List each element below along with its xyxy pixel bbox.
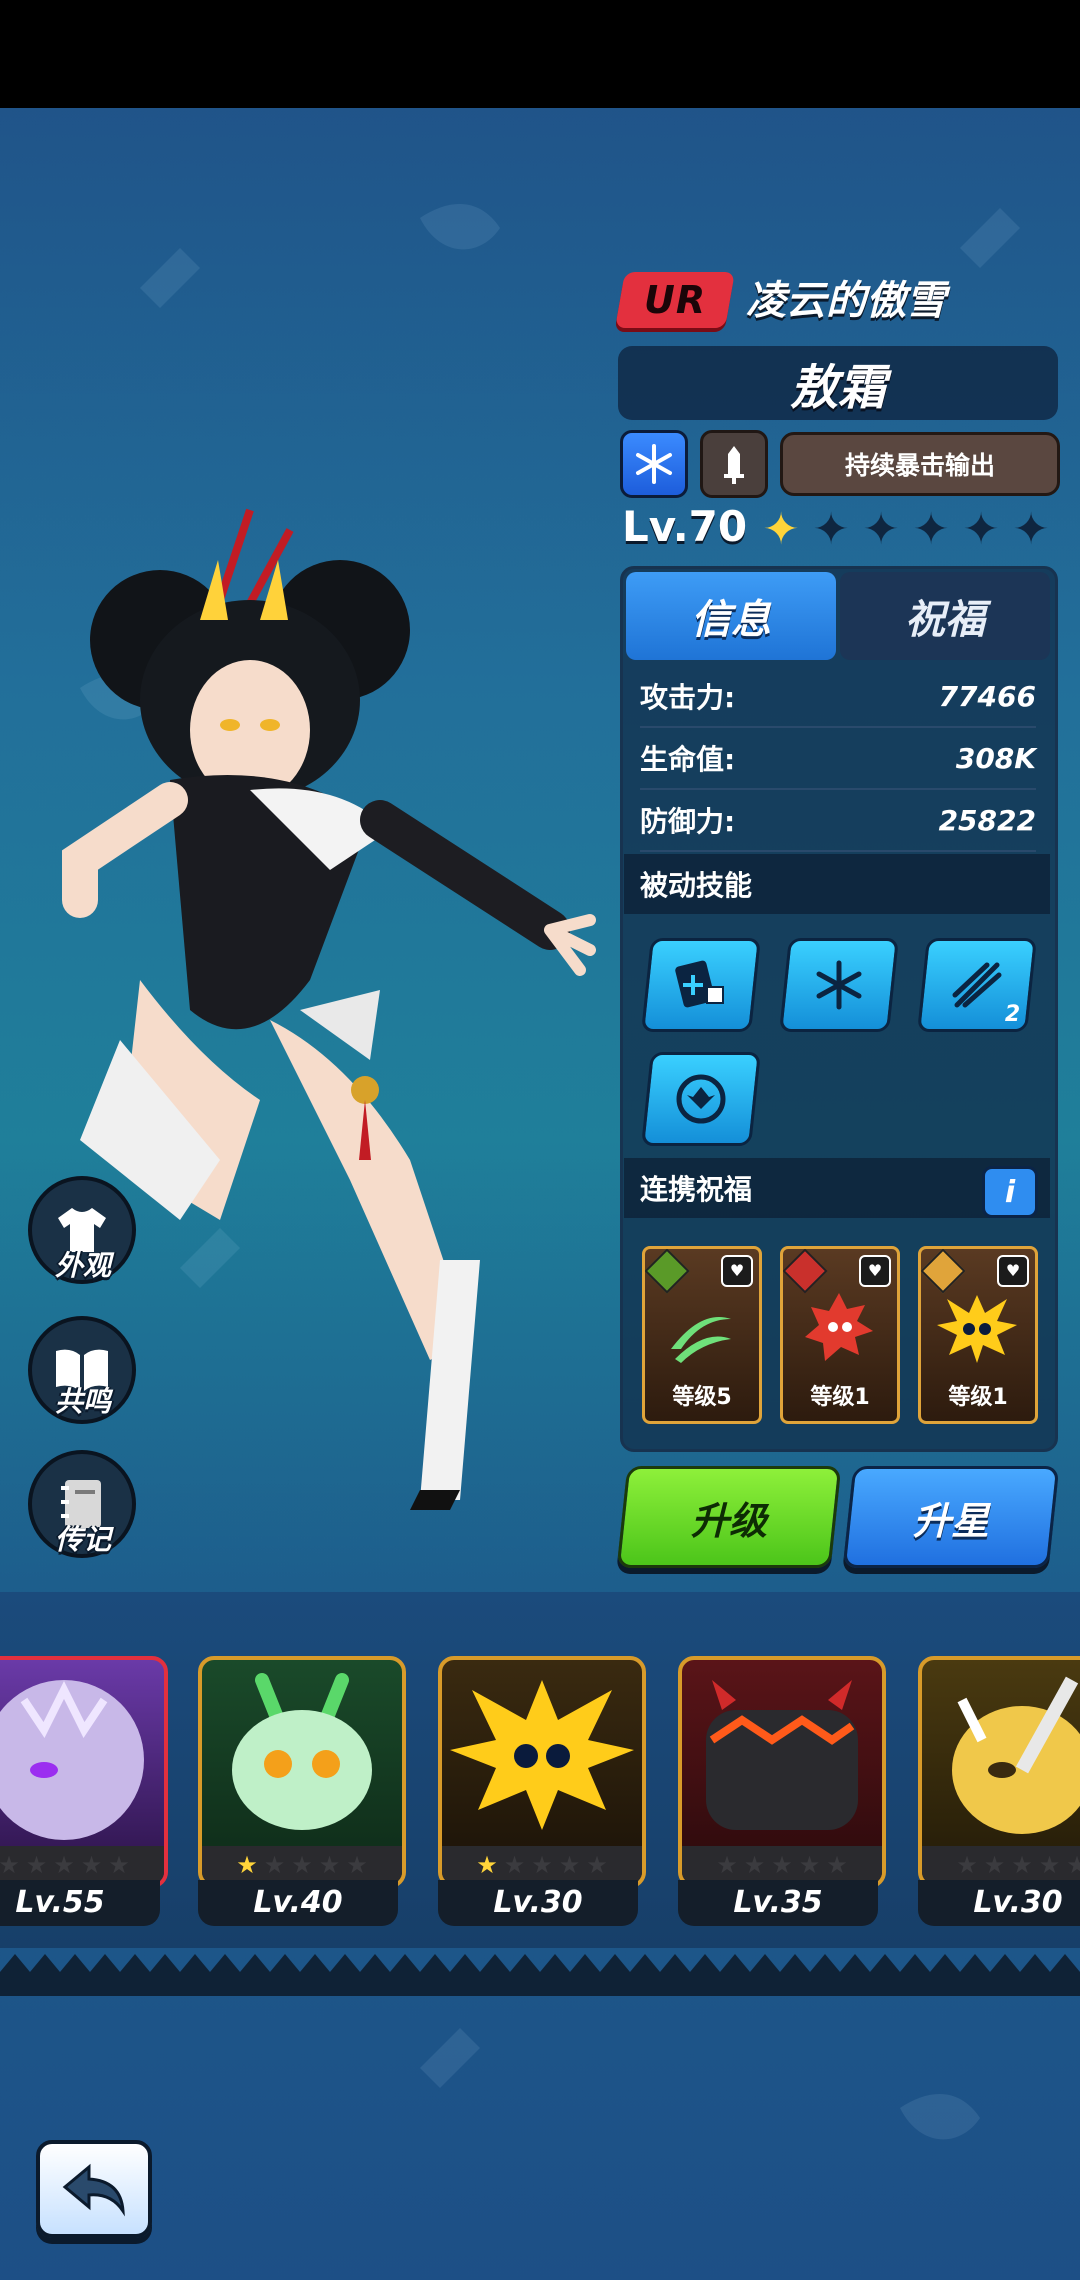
star-icon: ✦ [762, 504, 800, 555]
combo-card[interactable]: ♥ 等级5 [642, 1246, 762, 1424]
roster-hero-card[interactable]: ★★★★★ [918, 1656, 1080, 1888]
element-tag-icon [783, 1249, 828, 1294]
resonance-label: 共鸣 [54, 1385, 111, 1418]
info-button[interactable]: i [982, 1166, 1038, 1218]
spike-divider [0, 1954, 1080, 1996]
golden-knight-portrait [952, 1676, 1080, 1834]
rarity-badge: UR [615, 272, 735, 328]
hero-title: 凌云的傲雪 [746, 278, 946, 324]
tab-bless[interactable]: 祝福 [840, 572, 1050, 660]
back-button[interactable] [36, 2140, 152, 2238]
electric-monster-portrait [450, 1680, 634, 1830]
stat-label: 防御力: [640, 805, 736, 838]
roster-stars: ★★★★★ [922, 1846, 1080, 1884]
combo-card-level: 等级1 [948, 1385, 1008, 1410]
star-icon: ✦ [862, 504, 900, 555]
sword-icon[interactable] [700, 430, 768, 498]
roster-hero-level: Lv.55 [0, 1880, 160, 1926]
role-tag: 持续暴击输出 [780, 432, 1060, 496]
star-icon: ✦ [962, 504, 1000, 555]
heart-icon: ♥ [997, 1255, 1029, 1287]
back-arrow-icon [62, 2163, 125, 2217]
combo-blessing-header: 连携祝福 i [624, 1158, 1050, 1218]
stat-label: 攻击力: [640, 681, 736, 714]
hero-name-box: 敖霜 [618, 346, 1058, 420]
heart-icon: ♥ [721, 1255, 753, 1287]
combo-card-level: 等级1 [810, 1385, 870, 1410]
roster-stars: ★★★★★ [442, 1846, 642, 1884]
stat-row-defense: 防御力: 25822 [640, 790, 1036, 852]
hero-level: Lv.70 [622, 502, 748, 551]
star-up-button[interactable]: 升星 [842, 1466, 1060, 1568]
star-icon: ✦ [912, 504, 950, 555]
stat-label: 生命值: [640, 743, 736, 776]
roster-hero-level: Lv.40 [198, 1880, 398, 1926]
star-rating: ✦ ✦ ✦ ✦ ✦ ✦ [758, 506, 1054, 554]
stat-value: 77466 [938, 679, 1036, 713]
wind-claw-icon [671, 1317, 731, 1363]
lava-rock-portrait [706, 1680, 858, 1830]
electric-monster-icon [937, 1295, 1017, 1363]
stat-row-attack: 攻击力: 77466 [640, 666, 1036, 728]
roster-hero-card[interactable]: ★★★★★ [678, 1656, 886, 1888]
upgrade-button[interactable]: 升级 [616, 1466, 842, 1568]
shadow-dragon-portrait [0, 1680, 144, 1840]
skill-card-ice-icon[interactable] [641, 938, 761, 1032]
dragon-skill-icon[interactable] [641, 1052, 761, 1146]
star-icon: ✦ [812, 504, 850, 555]
star-icon: ✦ [1012, 504, 1050, 555]
roster-hero-card[interactable]: ★★★★★ [0, 1656, 168, 1888]
skill-count-badge: 2 [1004, 1002, 1020, 1027]
roster-hero-level: Lv.35 [678, 1880, 878, 1926]
roster-stars: ★★★★★ [682, 1846, 882, 1884]
hero-name: 敖霜 [789, 360, 886, 416]
tab-info[interactable]: 信息 [626, 572, 836, 660]
combo-card-level: 等级5 [672, 1385, 732, 1410]
biography-label: 传记 [54, 1523, 111, 1556]
combo-card[interactable]: ♥ 等级1 [780, 1246, 900, 1424]
slash-skill-icon[interactable]: 2 [917, 938, 1037, 1032]
roster-hero-card[interactable]: ★★★★★ [198, 1656, 406, 1888]
stat-value: 308K [955, 741, 1036, 775]
combo-card[interactable]: ♥ 等级1 [918, 1246, 1038, 1424]
roster-hero-card[interactable]: ★★★★★ [438, 1656, 646, 1888]
element-tag-icon [645, 1249, 690, 1294]
snowflake-skill-icon[interactable] [779, 938, 899, 1032]
stat-value: 25822 [938, 803, 1036, 837]
roster-stars: ★★★★★ [202, 1846, 402, 1884]
snowflake-icon[interactable] [620, 430, 688, 498]
roster-stars: ★★★★★ [0, 1846, 164, 1884]
fire-monster-icon [805, 1293, 873, 1361]
element-tag-icon [921, 1249, 966, 1294]
roster-hero-level: Lv.30 [438, 1880, 638, 1926]
status-bar [0, 0, 1080, 108]
wind-owl-portrait [232, 1673, 372, 1830]
heart-icon: ♥ [859, 1255, 891, 1287]
roster-hero-level: Lv.30 [918, 1880, 1080, 1926]
appearance-label: 外观 [54, 1249, 111, 1282]
stat-row-hp: 生命值: 308K [640, 728, 1036, 790]
passive-skills-header: 被动技能 [624, 854, 1050, 914]
